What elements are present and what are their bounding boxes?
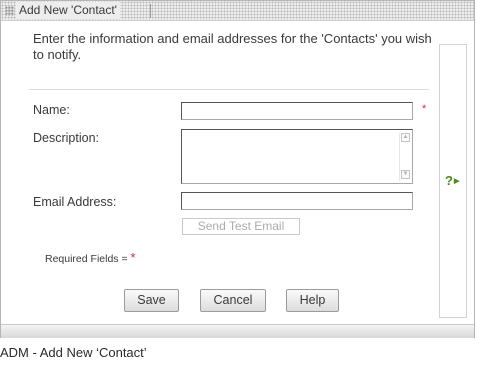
intro-text: Enter the information and email addresse…	[33, 31, 432, 62]
help-side-panel: ?▶	[439, 44, 467, 318]
name-input[interactable]	[181, 102, 413, 120]
dialog-title: Add New 'Contact'	[16, 2, 120, 19]
cancel-button[interactable]: Cancel	[200, 289, 266, 312]
help-question-mark: ?	[445, 173, 453, 188]
description-scrollbar[interactable]: ▲ ▼	[399, 133, 410, 181]
help-arrow: ▶	[453, 178, 460, 185]
drag-grip-icon[interactable]	[5, 6, 14, 16]
email-label: Email Address:	[33, 195, 117, 209]
name-label: Name:	[33, 103, 70, 117]
scroll-up-icon[interactable]: ▲	[401, 133, 410, 142]
required-fields-label: Required Fields =	[45, 253, 128, 265]
description-label: Description:	[33, 131, 99, 145]
help-button[interactable]: Help	[286, 289, 339, 312]
section-divider	[29, 89, 429, 90]
required-fields-star: *	[130, 250, 136, 265]
save-button[interactable]: Save	[124, 289, 179, 312]
title-separator	[150, 4, 151, 18]
scroll-down-icon[interactable]: ▼	[401, 170, 410, 179]
name-required-star: *	[422, 103, 427, 115]
dialog-titlebar[interactable]: Add New 'Contact'	[1, 1, 474, 21]
send-test-email-button[interactable]: Send Test Email	[182, 218, 300, 235]
required-fields-note: Required Fields = *	[45, 250, 136, 265]
dialog-footer-bar	[1, 324, 474, 338]
expand-help-icon[interactable]: ?▶	[445, 173, 459, 188]
figure-caption: ADM - Add New ‘Contact’	[0, 345, 147, 360]
description-textarea[interactable]: ▲ ▼	[181, 129, 413, 184]
add-contact-dialog: Add New 'Contact' Enter the information …	[0, 0, 475, 338]
email-input[interactable]	[181, 192, 413, 210]
